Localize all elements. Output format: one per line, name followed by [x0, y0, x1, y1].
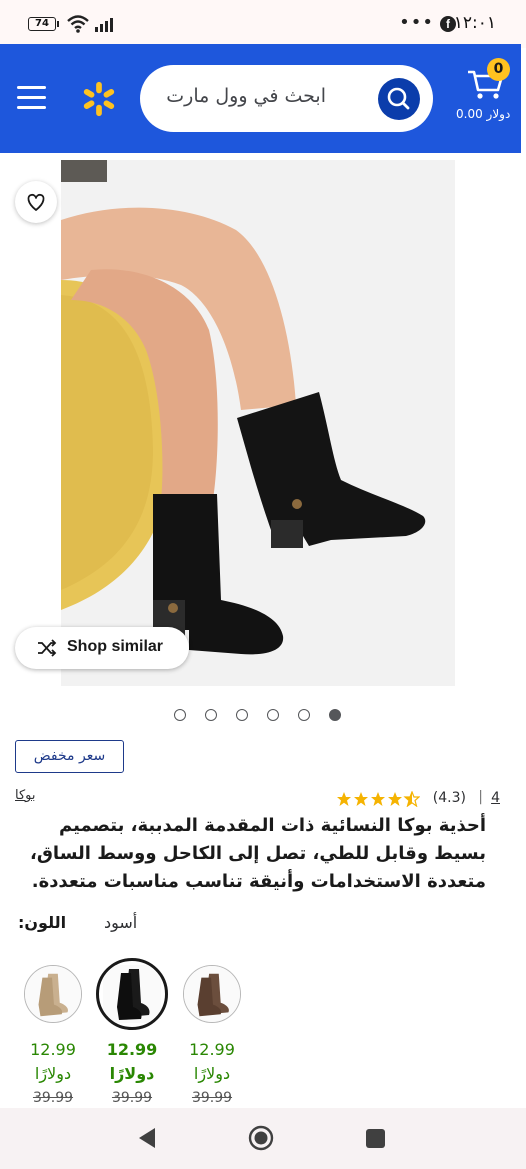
shop-similar-button[interactable]: Shop similar [15, 627, 189, 669]
favorite-button[interactable] [15, 181, 57, 223]
black-boot-thumbnail [103, 965, 161, 1023]
brand-link[interactable]: بوكا [15, 788, 35, 803]
rating-separator: | [478, 789, 483, 805]
variant-swatch-black[interactable] [96, 958, 168, 1030]
carousel-dot[interactable] [298, 709, 310, 721]
home-icon[interactable] [248, 1125, 274, 1151]
search-bar[interactable]: ابحث في وول مارت [140, 65, 433, 132]
search-input[interactable]: ابحث في وول مارت [166, 85, 326, 107]
clock: ١٢:٠١ [453, 13, 496, 33]
product-photo [61, 160, 455, 686]
search-icon [387, 87, 410, 110]
product-image[interactable] [61, 160, 455, 686]
signal-icon [95, 18, 113, 32]
variant-price: 12.99 [106, 1040, 158, 1059]
rollback-badge: سعر مخفض [15, 740, 124, 773]
walmart-spark-logo[interactable] [80, 80, 118, 118]
cart-button[interactable]: 0 0.00 دولار [456, 58, 516, 128]
variant-price: 12.99 [189, 1040, 235, 1059]
variant-old-price: 39.99 [191, 1090, 233, 1106]
variant-old-price: 39.99 [32, 1090, 74, 1106]
selected-color: أسود [104, 913, 138, 932]
rating-row[interactable]: 4 | (4.3) [337, 789, 500, 809]
carousel-dot[interactable] [236, 709, 248, 721]
system-navigation-bar [0, 1108, 526, 1169]
search-button[interactable] [378, 78, 420, 120]
rating-value: (4.3) [432, 790, 466, 806]
back-icon[interactable] [137, 1127, 157, 1149]
image-carousel-dots [174, 709, 344, 723]
product-title: أحذية بوكا النسائية ذات المقدمة المدببة،… [30, 815, 486, 892]
variant-price: 12.99 [30, 1040, 76, 1059]
variant-old-price: 39.99 [111, 1090, 153, 1106]
more-notifications-icon: ••• [399, 12, 434, 33]
status-bar: 74 ••• f ١٢:٠١ [0, 0, 526, 48]
shop-similar-label: Shop similar [67, 638, 164, 655]
wifi-icon [67, 15, 89, 33]
battery-icon: 74 [28, 17, 59, 31]
color-selector-label: اللون: أسود [18, 911, 218, 935]
carousel-dot[interactable] [267, 709, 279, 721]
variant-swatch-brown[interactable] [183, 965, 241, 1023]
app-header: ابحث في وول مارت 0 0.00 دولار [0, 44, 521, 153]
beige-boot-thumbnail [25, 966, 81, 1022]
review-count[interactable]: 4 [491, 790, 500, 806]
star-rating-icon [337, 791, 420, 807]
variant-currency: دولارًا [34, 1064, 72, 1083]
variant-swatch-beige[interactable] [24, 965, 82, 1023]
cart-count-badge: 0 [487, 58, 510, 81]
menu-icon[interactable] [17, 86, 46, 110]
color-label: اللون: [18, 913, 67, 932]
carousel-dot[interactable] [205, 709, 217, 721]
shuffle-icon [38, 639, 57, 657]
variant-currency: دولارًا [109, 1064, 155, 1083]
variant-currency: دولارًا [193, 1064, 231, 1083]
cart-total: 0.00 دولار [456, 107, 511, 121]
heart-icon [27, 193, 45, 211]
brown-boot-thumbnail [184, 966, 240, 1022]
recent-apps-icon[interactable] [366, 1129, 385, 1148]
carousel-dot-active[interactable] [329, 709, 341, 721]
carousel-dot[interactable] [174, 709, 186, 721]
